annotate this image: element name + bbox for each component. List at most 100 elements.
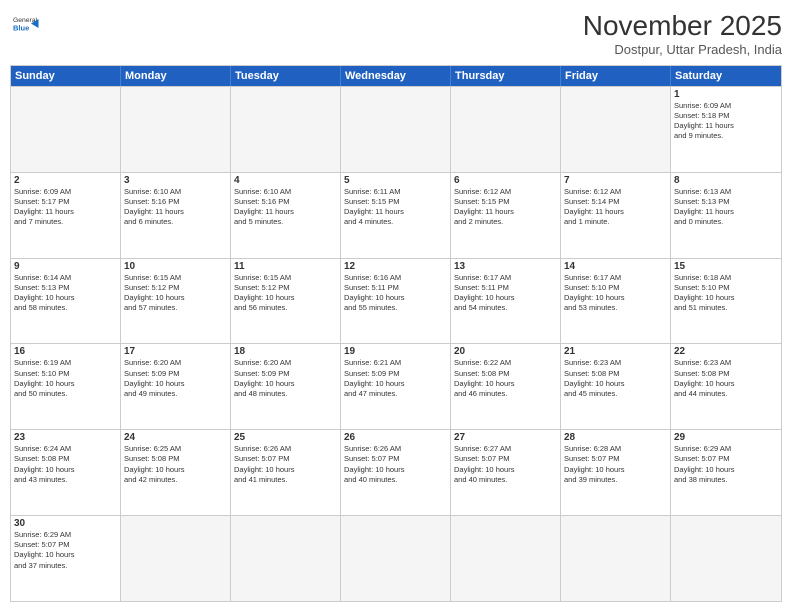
day-number: 19 bbox=[344, 346, 447, 357]
table-row bbox=[231, 516, 341, 601]
cell-info: Sunrise: 6:29 AM Sunset: 5:07 PM Dayligh… bbox=[674, 444, 778, 485]
table-row: 1Sunrise: 6:09 AM Sunset: 5:18 PM Daylig… bbox=[671, 87, 781, 172]
cell-info: Sunrise: 6:18 AM Sunset: 5:10 PM Dayligh… bbox=[674, 273, 778, 314]
table-row bbox=[561, 516, 671, 601]
cell-info: Sunrise: 6:26 AM Sunset: 5:07 PM Dayligh… bbox=[234, 444, 337, 485]
table-row bbox=[341, 516, 451, 601]
day-number: 7 bbox=[564, 175, 667, 186]
table-row: 14Sunrise: 6:17 AM Sunset: 5:10 PM Dayli… bbox=[561, 259, 671, 344]
table-row bbox=[121, 87, 231, 172]
calendar-row-1: 2Sunrise: 6:09 AM Sunset: 5:17 PM Daylig… bbox=[11, 172, 781, 258]
generalblue-logo-icon: General Blue bbox=[10, 10, 40, 40]
header-cell-saturday: Saturday bbox=[671, 66, 781, 86]
page: General Blue November 2025 Dostpur, Utta… bbox=[0, 0, 792, 612]
day-number: 12 bbox=[344, 261, 447, 272]
day-number: 6 bbox=[454, 175, 557, 186]
day-number: 3 bbox=[124, 175, 227, 186]
table-row: 18Sunrise: 6:20 AM Sunset: 5:09 PM Dayli… bbox=[231, 344, 341, 429]
table-row: 30Sunrise: 6:29 AM Sunset: 5:07 PM Dayli… bbox=[11, 516, 121, 601]
table-row: 20Sunrise: 6:22 AM Sunset: 5:08 PM Dayli… bbox=[451, 344, 561, 429]
table-row: 26Sunrise: 6:26 AM Sunset: 5:07 PM Dayli… bbox=[341, 430, 451, 515]
table-row bbox=[671, 516, 781, 601]
table-row: 3Sunrise: 6:10 AM Sunset: 5:16 PM Daylig… bbox=[121, 173, 231, 258]
table-row bbox=[341, 87, 451, 172]
table-row: 8Sunrise: 6:13 AM Sunset: 5:13 PM Daylig… bbox=[671, 173, 781, 258]
table-row bbox=[121, 516, 231, 601]
logo: General Blue bbox=[10, 10, 40, 40]
cell-info: Sunrise: 6:11 AM Sunset: 5:15 PM Dayligh… bbox=[344, 187, 447, 228]
day-number: 18 bbox=[234, 346, 337, 357]
calendar-row-5: 30Sunrise: 6:29 AM Sunset: 5:07 PM Dayli… bbox=[11, 515, 781, 601]
table-row: 28Sunrise: 6:28 AM Sunset: 5:07 PM Dayli… bbox=[561, 430, 671, 515]
day-number: 14 bbox=[564, 261, 667, 272]
cell-info: Sunrise: 6:12 AM Sunset: 5:15 PM Dayligh… bbox=[454, 187, 557, 228]
calendar-row-4: 23Sunrise: 6:24 AM Sunset: 5:08 PM Dayli… bbox=[11, 429, 781, 515]
cell-info: Sunrise: 6:20 AM Sunset: 5:09 PM Dayligh… bbox=[124, 358, 227, 399]
cell-info: Sunrise: 6:12 AM Sunset: 5:14 PM Dayligh… bbox=[564, 187, 667, 228]
table-row: 27Sunrise: 6:27 AM Sunset: 5:07 PM Dayli… bbox=[451, 430, 561, 515]
table-row: 29Sunrise: 6:29 AM Sunset: 5:07 PM Dayli… bbox=[671, 430, 781, 515]
day-number: 23 bbox=[14, 432, 117, 443]
table-row: 23Sunrise: 6:24 AM Sunset: 5:08 PM Dayli… bbox=[11, 430, 121, 515]
day-number: 16 bbox=[14, 346, 117, 357]
table-row: 17Sunrise: 6:20 AM Sunset: 5:09 PM Dayli… bbox=[121, 344, 231, 429]
table-row: 5Sunrise: 6:11 AM Sunset: 5:15 PM Daylig… bbox=[341, 173, 451, 258]
table-row bbox=[561, 87, 671, 172]
table-row: 6Sunrise: 6:12 AM Sunset: 5:15 PM Daylig… bbox=[451, 173, 561, 258]
table-row: 9Sunrise: 6:14 AM Sunset: 5:13 PM Daylig… bbox=[11, 259, 121, 344]
day-number: 4 bbox=[234, 175, 337, 186]
table-row: 15Sunrise: 6:18 AM Sunset: 5:10 PM Dayli… bbox=[671, 259, 781, 344]
day-number: 17 bbox=[124, 346, 227, 357]
header-cell-wednesday: Wednesday bbox=[341, 66, 451, 86]
day-number: 13 bbox=[454, 261, 557, 272]
table-row: 22Sunrise: 6:23 AM Sunset: 5:08 PM Dayli… bbox=[671, 344, 781, 429]
table-row: 11Sunrise: 6:15 AM Sunset: 5:12 PM Dayli… bbox=[231, 259, 341, 344]
cell-info: Sunrise: 6:15 AM Sunset: 5:12 PM Dayligh… bbox=[124, 273, 227, 314]
calendar-header: SundayMondayTuesdayWednesdayThursdayFrid… bbox=[11, 66, 781, 86]
day-number: 29 bbox=[674, 432, 778, 443]
cell-info: Sunrise: 6:10 AM Sunset: 5:16 PM Dayligh… bbox=[124, 187, 227, 228]
header-cell-sunday: Sunday bbox=[11, 66, 121, 86]
cell-info: Sunrise: 6:23 AM Sunset: 5:08 PM Dayligh… bbox=[674, 358, 778, 399]
table-row: 4Sunrise: 6:10 AM Sunset: 5:16 PM Daylig… bbox=[231, 173, 341, 258]
day-number: 20 bbox=[454, 346, 557, 357]
table-row: 12Sunrise: 6:16 AM Sunset: 5:11 PM Dayli… bbox=[341, 259, 451, 344]
table-row: 19Sunrise: 6:21 AM Sunset: 5:09 PM Dayli… bbox=[341, 344, 451, 429]
calendar: SundayMondayTuesdayWednesdayThursdayFrid… bbox=[10, 65, 782, 602]
cell-info: Sunrise: 6:28 AM Sunset: 5:07 PM Dayligh… bbox=[564, 444, 667, 485]
day-number: 25 bbox=[234, 432, 337, 443]
month-title: November 2025 bbox=[583, 10, 782, 42]
calendar-row-0: 1Sunrise: 6:09 AM Sunset: 5:18 PM Daylig… bbox=[11, 86, 781, 172]
cell-info: Sunrise: 6:09 AM Sunset: 5:18 PM Dayligh… bbox=[674, 101, 778, 142]
calendar-row-2: 9Sunrise: 6:14 AM Sunset: 5:13 PM Daylig… bbox=[11, 258, 781, 344]
cell-info: Sunrise: 6:17 AM Sunset: 5:10 PM Dayligh… bbox=[564, 273, 667, 314]
table-row bbox=[11, 87, 121, 172]
day-number: 28 bbox=[564, 432, 667, 443]
cell-info: Sunrise: 6:10 AM Sunset: 5:16 PM Dayligh… bbox=[234, 187, 337, 228]
cell-info: Sunrise: 6:25 AM Sunset: 5:08 PM Dayligh… bbox=[124, 444, 227, 485]
cell-info: Sunrise: 6:26 AM Sunset: 5:07 PM Dayligh… bbox=[344, 444, 447, 485]
day-number: 2 bbox=[14, 175, 117, 186]
header-cell-monday: Monday bbox=[121, 66, 231, 86]
table-row: 13Sunrise: 6:17 AM Sunset: 5:11 PM Dayli… bbox=[451, 259, 561, 344]
table-row: 25Sunrise: 6:26 AM Sunset: 5:07 PM Dayli… bbox=[231, 430, 341, 515]
day-number: 30 bbox=[14, 518, 117, 529]
table-row: 10Sunrise: 6:15 AM Sunset: 5:12 PM Dayli… bbox=[121, 259, 231, 344]
calendar-body: 1Sunrise: 6:09 AM Sunset: 5:18 PM Daylig… bbox=[11, 86, 781, 601]
cell-info: Sunrise: 6:23 AM Sunset: 5:08 PM Dayligh… bbox=[564, 358, 667, 399]
table-row: 21Sunrise: 6:23 AM Sunset: 5:08 PM Dayli… bbox=[561, 344, 671, 429]
header-cell-friday: Friday bbox=[561, 66, 671, 86]
day-number: 1 bbox=[674, 89, 778, 100]
table-row bbox=[451, 516, 561, 601]
day-number: 15 bbox=[674, 261, 778, 272]
cell-info: Sunrise: 6:27 AM Sunset: 5:07 PM Dayligh… bbox=[454, 444, 557, 485]
day-number: 5 bbox=[344, 175, 447, 186]
day-number: 24 bbox=[124, 432, 227, 443]
day-number: 21 bbox=[564, 346, 667, 357]
cell-info: Sunrise: 6:13 AM Sunset: 5:13 PM Dayligh… bbox=[674, 187, 778, 228]
cell-info: Sunrise: 6:17 AM Sunset: 5:11 PM Dayligh… bbox=[454, 273, 557, 314]
svg-text:Blue: Blue bbox=[13, 23, 29, 32]
cell-info: Sunrise: 6:15 AM Sunset: 5:12 PM Dayligh… bbox=[234, 273, 337, 314]
header-cell-thursday: Thursday bbox=[451, 66, 561, 86]
table-row bbox=[231, 87, 341, 172]
